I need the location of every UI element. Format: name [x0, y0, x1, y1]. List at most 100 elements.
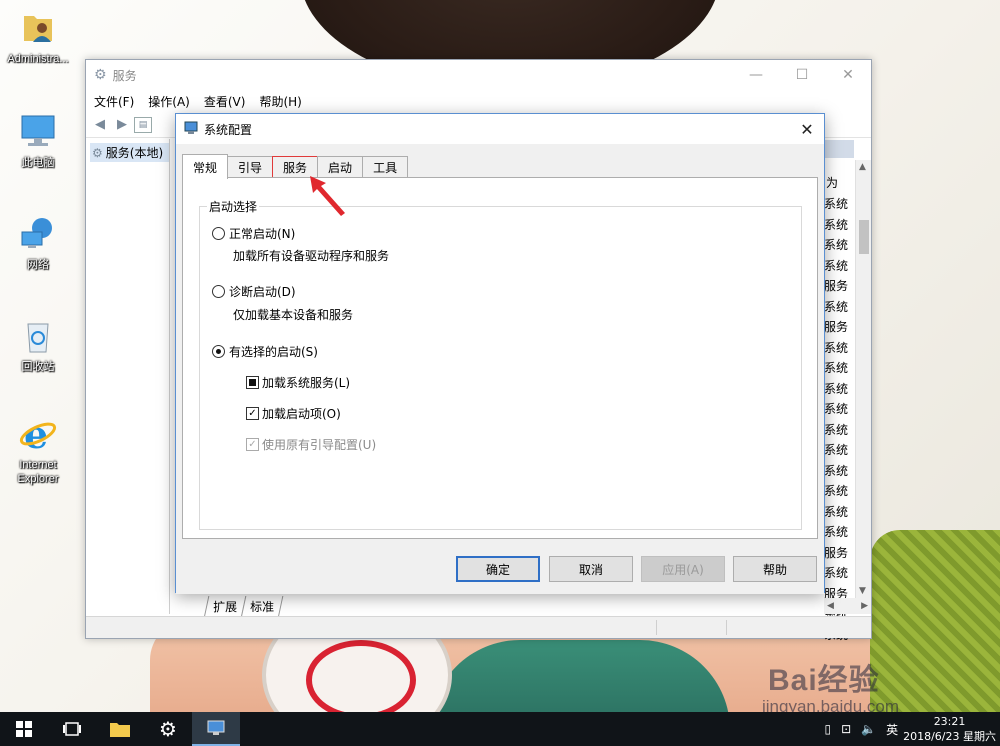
general-tab-panel: 启动选择 正常启动(N) 加载所有设备驱动程序和服务 诊断启动(D) 仅加载基本…	[182, 177, 818, 539]
normal-startup-desc: 加载所有设备驱动程序和服务	[233, 249, 390, 263]
column-header-label: 为	[826, 176, 839, 190]
help-button[interactable]: 帮助	[733, 556, 817, 582]
minimize-button[interactable]: —	[733, 60, 779, 90]
checkbox[interactable]	[246, 376, 259, 389]
checkbox-load-startup-items[interactable]: ✓ 加载启动项(O)	[246, 405, 341, 422]
radio-normal-startup[interactable]: 正常启动(N)	[212, 225, 295, 242]
ime-indicator[interactable]: 英	[886, 721, 898, 738]
tab-tools[interactable]: 工具	[362, 156, 409, 178]
maximize-button[interactable]: ☐	[779, 60, 825, 90]
cancel-button[interactable]: 取消	[549, 556, 633, 582]
radio-label: 有选择的启动(S)	[229, 345, 318, 359]
checkbox-use-original-boot: ✓ 使用原有引导配置(U)	[246, 436, 376, 453]
radio-button[interactable]	[212, 227, 225, 240]
settings-taskbar-button[interactable]: ⚙	[144, 712, 192, 746]
scroll-down-icon[interactable]: ▼	[859, 586, 866, 596]
tab-boot[interactable]: 引导	[227, 156, 274, 178]
system-tray: ▯ ⊡ 🔈 英 23:21 2018/6/23 星期六	[819, 712, 1000, 746]
volume-icon[interactable]: 🔈	[861, 722, 876, 736]
network-icon	[18, 214, 58, 254]
tab-extended[interactable]: 扩展	[203, 596, 247, 618]
taskbar: ⚙ ▯ ⊡ 🔈 英 23:21 2018/6/23 星期六	[0, 712, 1000, 746]
list-item[interactable]: 服务	[824, 276, 856, 297]
desktop-icon-label: 网络	[27, 259, 49, 271]
checkbox[interactable]: ✓	[246, 407, 259, 420]
list-item[interactable]: 系统	[824, 235, 856, 256]
menu-help[interactable]: 帮助(H)	[259, 93, 301, 110]
list-item[interactable]: 系统	[824, 379, 856, 400]
desktop-icon-recycle-bin[interactable]: 回收站	[0, 316, 76, 374]
radio-diagnostic-startup[interactable]: 诊断启动(D)	[212, 283, 296, 300]
clock-time: 23:21	[933, 715, 966, 728]
tab-general[interactable]: 常规	[182, 154, 229, 179]
gear-icon: ⚙	[159, 717, 177, 741]
list-item[interactable]: 系统	[824, 522, 856, 543]
list-item[interactable]: 服务	[824, 317, 856, 338]
list-item[interactable]: 系统	[824, 440, 856, 461]
checkbox-load-system-services[interactable]: 加载系统服务(L)	[246, 374, 350, 391]
services-title: 服务	[112, 68, 137, 83]
clock[interactable]: 23:21 2018/6/23 星期六	[903, 714, 996, 744]
back-arrow-icon[interactable]: ◀	[90, 115, 110, 135]
services-view-tabs: 扩展 标准	[203, 596, 284, 618]
list-item[interactable]: 系统	[824, 338, 856, 359]
list-item[interactable]: 服务	[824, 543, 856, 564]
tree-node-label: 服务(本地)	[105, 146, 164, 160]
windows-logo-icon	[16, 721, 32, 737]
scroll-thumb[interactable]	[859, 220, 869, 254]
task-view-icon	[63, 722, 81, 736]
msconfig-icon	[207, 720, 225, 735]
system-config-dialog: 系统配置 ✕ 常规 引导 服务 启动 工具 启动选择 正常启动(N) 加载所有设…	[175, 113, 825, 594]
column-header[interactable]	[824, 140, 854, 158]
scroll-right-icon[interactable]: ▶	[861, 601, 868, 611]
group-title: 启动选择	[207, 198, 260, 215]
scroll-up-icon[interactable]: ▲	[859, 162, 866, 172]
list-item[interactable]: 系统	[824, 502, 856, 523]
dialog-close-button[interactable]: ✕	[790, 114, 824, 144]
desktop-icon-this-pc[interactable]: 此电脑	[0, 112, 76, 170]
desktop-icon-label: 回收站	[21, 361, 55, 373]
gear-icon: ⚙	[94, 67, 107, 83]
list-item[interactable]: 系统	[824, 399, 856, 420]
desktop-icon-ie[interactable]: e Internet Explorer	[0, 412, 76, 486]
task-view-button[interactable]	[48, 712, 96, 746]
msconfig-taskbar-button[interactable]	[192, 712, 240, 746]
file-explorer-taskbar-button[interactable]	[96, 712, 144, 746]
logon-column: 系统 系统 系统 系统 服务 系统 服务 系统 系统 系统 系统 系统 系统 系统 系统 系统 系统 服务 系统 服务…	[824, 194, 856, 645]
ok-button[interactable]: 确定	[456, 556, 540, 582]
forward-arrow-icon[interactable]: ▶	[112, 115, 132, 135]
list-item[interactable]: 系统	[824, 194, 856, 215]
list-item[interactable]: 系统	[824, 256, 856, 277]
list-item[interactable]: 系统	[824, 461, 856, 482]
list-item[interactable]: 系统	[824, 215, 856, 236]
vertical-scrollbar[interactable]: ▲ ▼	[855, 160, 871, 598]
list-item[interactable]: 系统	[824, 358, 856, 379]
radio-button[interactable]	[212, 285, 225, 298]
list-item[interactable]: 系统	[824, 420, 856, 441]
radio-label: 正常启动(N)	[229, 227, 296, 241]
checkbox: ✓	[246, 438, 259, 451]
close-button[interactable]: ✕	[825, 60, 871, 90]
menu-file[interactable]: 文件(F)	[94, 93, 134, 110]
menu-view[interactable]: 查看(V)	[204, 93, 246, 110]
list-item[interactable]: 系统	[824, 481, 856, 502]
start-button[interactable]	[0, 712, 48, 746]
radio-button[interactable]	[212, 345, 225, 358]
horizontal-scrollbar[interactable]: ◀ ▶	[824, 598, 871, 614]
radio-selective-startup[interactable]: 有选择的启动(S)	[212, 343, 318, 360]
tree-node-services-local[interactable]: ⚙ 服务(本地)	[90, 143, 169, 162]
tab-standard[interactable]: 标准	[240, 596, 284, 618]
show-tree-icon[interactable]: ▤	[134, 116, 152, 133]
diagnostic-startup-desc: 仅加载基本设备和服务	[233, 308, 354, 322]
menu-action[interactable]: 操作(A)	[148, 93, 190, 110]
list-item[interactable]: 系统	[824, 563, 856, 584]
scroll-left-icon[interactable]: ◀	[827, 601, 834, 611]
network-tray-icon[interactable]: ⊡	[841, 722, 851, 736]
dialog-titlebar[interactable]: 系统配置	[176, 114, 824, 144]
desktop-icon-network[interactable]: 网络	[0, 214, 76, 272]
dialog-body: 常规 引导 服务 启动 工具 启动选择 正常启动(N) 加载所有设备驱动程序和服…	[176, 144, 824, 594]
battery-icon[interactable]: ▯	[824, 722, 831, 736]
desktop-icon-user[interactable]: Administra...	[0, 8, 76, 66]
desktop-icon-label: 此电脑	[21, 157, 55, 169]
list-item[interactable]: 系统	[824, 297, 856, 318]
